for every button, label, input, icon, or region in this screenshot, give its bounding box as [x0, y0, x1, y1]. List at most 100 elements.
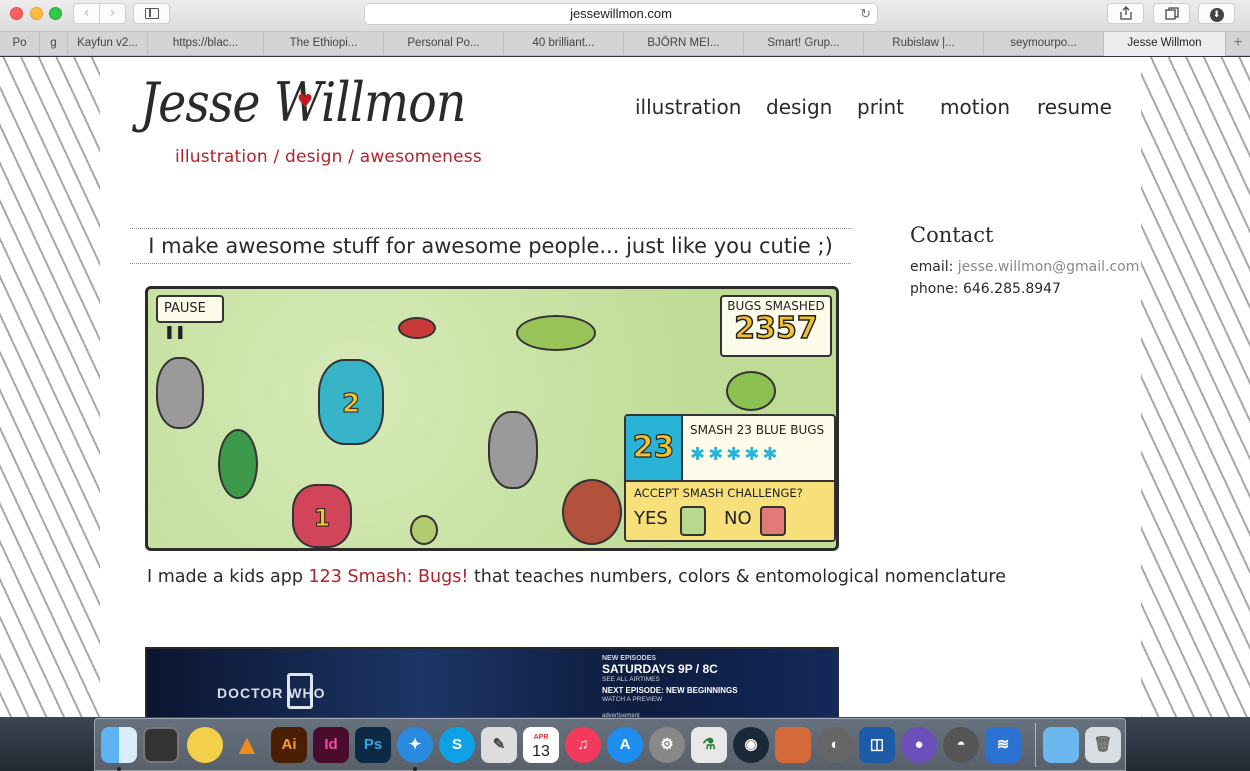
score-panel: BUGS SMASHED 2357 — [720, 295, 832, 357]
dock-separator — [1035, 723, 1036, 767]
forward-button[interactable]: › — [99, 3, 126, 24]
reload-icon[interactable]: ↻ — [860, 4, 871, 24]
dw-text: SEE ALL AIRTIMES — [602, 676, 660, 683]
running-indicator — [117, 767, 121, 771]
dw-text: NEW EPISODES — [602, 655, 657, 662]
chevron-right-icon: › — [109, 5, 116, 21]
share-icon — [1119, 6, 1132, 20]
tab-bar: Po g Kayfun v2... https://blac... The Et… — [0, 32, 1250, 56]
skype-icon[interactable]: S — [439, 727, 475, 763]
red-bug-icon: 1 — [292, 484, 352, 548]
pause-button: PAUSE ❚❚ — [156, 295, 224, 340]
fly-icon — [218, 429, 258, 499]
tab[interactable]: g — [40, 32, 68, 56]
page-content: Jesse Willmon ♥ illustration / design / … — [100, 57, 1141, 717]
dw-text: NEXT EPISODE: NEW BEGINNINGS — [602, 686, 738, 695]
trash-icon[interactable]: 🗑 — [1085, 727, 1121, 763]
dashboard-icon[interactable] — [143, 727, 179, 763]
tab[interactable]: BJÖRN MEI... — [624, 32, 744, 56]
vlc-icon[interactable]: ▲ — [229, 727, 265, 763]
tab[interactable]: Po — [0, 32, 40, 56]
email-link[interactable]: jesse.willmon@gmail.com — [958, 259, 1140, 275]
contact-phone: phone: 646.285.8947 — [910, 281, 1061, 297]
show-all-tabs-button[interactable] — [1153, 3, 1190, 24]
phone-value: 646.285.8947 — [962, 281, 1061, 297]
back-button[interactable]: ‹ — [73, 3, 100, 24]
tab[interactable]: Kayfun v2... — [68, 32, 148, 56]
fullscreen-window-button[interactable] — [49, 7, 62, 20]
system-preferences-icon[interactable]: ⚙ — [649, 727, 685, 763]
cyberduck-icon[interactable] — [187, 727, 223, 763]
frame-icon[interactable]: ◫ — [859, 727, 895, 763]
tab[interactable]: https://blac... — [148, 32, 264, 56]
bug-smash-game-image[interactable]: PAUSE ❚❚ BUGS SMASHED 2357 2 1 23 SMASH … — [145, 286, 839, 551]
steam-icon[interactable]: ◉ — [733, 727, 769, 763]
nav-motion[interactable]: motion — [940, 95, 1010, 119]
bug-number-label: 2 — [341, 389, 361, 420]
download-icon: ⬇ — [1209, 8, 1224, 22]
preview-icon[interactable] — [775, 727, 811, 763]
tab[interactable]: seymourpo... — [984, 32, 1104, 56]
tab[interactable]: Personal Po... — [384, 32, 504, 56]
downloads-button[interactable]: ⬇ — [1198, 3, 1235, 24]
calendar-icon[interactable]: APR 13 — [523, 727, 559, 763]
minimize-window-button[interactable] — [30, 7, 43, 20]
ant-icon — [398, 317, 436, 339]
share-button[interactable] — [1107, 3, 1144, 24]
contact-heading: Contact — [910, 223, 994, 247]
dock: ▲ Ai Id Ps ✦ S ✎ APR 13 ♫ A ⚙ ⚗ ◉ ◐ ◫ ● … — [94, 718, 1126, 771]
tab[interactable]: 40 brilliant... — [504, 32, 624, 56]
tab[interactable]: Smart! Grup... — [744, 32, 864, 56]
potion-icon[interactable]: ⚗ — [691, 727, 727, 763]
calendar-day: 13 — [532, 743, 550, 760]
safari-icon[interactable]: ✦ — [397, 727, 433, 763]
sequel-pro-icon[interactable]: ◓ — [943, 727, 979, 763]
running-indicator — [413, 767, 417, 771]
sidebar-toggle-button[interactable] — [133, 3, 170, 24]
url-text: jessewillmon.com — [570, 6, 672, 21]
caption-text-after: that teaches numbers, colors & entomolog… — [468, 567, 1007, 587]
illustrator-icon[interactable]: Ai — [271, 727, 307, 763]
script-editor-icon[interactable]: ✎ — [481, 727, 517, 763]
app-store-icon[interactable]: A — [607, 727, 643, 763]
beetle-icon — [562, 479, 622, 545]
new-tab-button[interactable]: + — [1226, 32, 1250, 56]
nav-print[interactable]: print — [857, 95, 904, 119]
tab[interactable]: Rubislaw |... — [864, 32, 984, 56]
email-label: email: — [910, 259, 954, 275]
nav-illustration[interactable]: illustration — [635, 95, 741, 119]
contact-email: email: jesse.willmon@gmail.com — [910, 259, 1139, 275]
itunes-icon[interactable]: ♫ — [565, 727, 601, 763]
nav-resume[interactable]: resume — [1037, 95, 1112, 119]
downloads-folder-icon[interactable] — [1043, 727, 1079, 763]
blue-bug-icon: 2 — [318, 359, 384, 445]
chevron-left-icon: ‹ — [83, 5, 90, 21]
challenge-number: 23 — [626, 416, 683, 480]
close-window-button[interactable] — [10, 7, 23, 20]
dw-text: SATURDAYS 9P / 8C — [602, 662, 718, 676]
thumbs-up-icon — [680, 506, 706, 536]
tab-active[interactable]: Jesse Willmon — [1104, 32, 1226, 56]
openoffice-icon[interactable]: ≋ — [985, 727, 1021, 763]
doctor-who-image[interactable]: DOCTOR WHO NEW EPISODES SATURDAYS 9P / 8… — [145, 647, 839, 717]
caption-text-before: I made a kids app — [147, 567, 309, 587]
growl-icon[interactable]: ◐ — [817, 727, 853, 763]
tab[interactable]: The Ethiopi... — [264, 32, 384, 56]
indesign-icon[interactable]: Id — [313, 727, 349, 763]
pillbug-icon — [156, 357, 204, 429]
github-icon[interactable]: ● — [901, 727, 937, 763]
sidebar-icon — [145, 8, 159, 19]
app-link[interactable]: 123 Smash: Bugs! — [309, 567, 469, 587]
hero-tagline: I make awesome stuff for awesome people.… — [130, 228, 851, 264]
thumbs-down-icon — [760, 506, 786, 536]
grasshopper-icon — [516, 315, 596, 351]
address-bar[interactable]: jessewillmon.com ↻ — [364, 3, 878, 25]
nav-design[interactable]: design — [766, 95, 832, 119]
small-bug-icon — [410, 515, 438, 545]
finder-icon[interactable] — [101, 727, 137, 763]
photoshop-icon[interactable]: Ps — [355, 727, 391, 763]
heart-icon: ♥ — [297, 91, 314, 112]
site-tagline: illustration / design / awesomeness — [175, 147, 482, 167]
tardis-icon — [287, 673, 313, 709]
challenge-text: SMASH 23 BLUE BUGS — [690, 423, 825, 437]
